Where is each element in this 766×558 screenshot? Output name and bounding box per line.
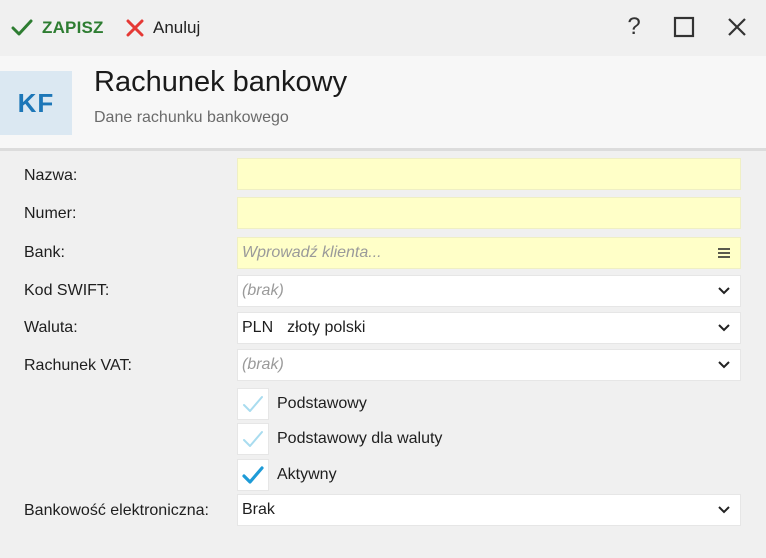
save-label: ZAPISZ [42, 18, 104, 37]
bank-input[interactable]: Wprowadź klienta... [237, 237, 741, 269]
maximize-button[interactable] [669, 12, 699, 42]
checkmark-icon [242, 466, 264, 484]
numer-input[interactable] [237, 197, 741, 229]
waluta-label: Waluta: [24, 319, 78, 336]
checkbox-box[interactable] [237, 423, 269, 455]
kod-swift-label: Kod SWIFT: [24, 282, 110, 299]
menu-icon[interactable] [717, 247, 731, 259]
chevron-down-icon [718, 287, 730, 295]
nazwa-label: Nazwa: [24, 167, 78, 184]
cancel-label: Anuluj [153, 18, 201, 37]
save-button[interactable]: ZAPISZ [11, 14, 104, 42]
checkbox-box[interactable] [237, 459, 269, 491]
bank-label: Bank: [24, 244, 65, 261]
module-logo: KF [0, 71, 72, 135]
bank-placeholder: Wprowadź klienta... [242, 244, 382, 261]
close-button[interactable] [722, 12, 752, 42]
waluta-name: złoty polski [287, 319, 366, 336]
podstawowy-label: Podstawowy [277, 395, 367, 412]
header-divider [0, 148, 766, 151]
rachunek-vat-label: Rachunek VAT: [24, 357, 132, 374]
checkmark-icon [11, 19, 33, 36]
waluta-code: PLN [242, 319, 274, 336]
podstawowy-checkbox[interactable]: Podstawowy [237, 387, 367, 421]
kod-swift-value: (brak) [242, 282, 284, 299]
form-header: KF Rachunek bankowy Dane rachunku bankow… [0, 56, 766, 148]
podstawowy-dla-waluty-label: Podstawowy dla waluty [277, 430, 443, 447]
checkmark-icon [243, 431, 263, 447]
close-red-icon [126, 19, 144, 37]
cancel-button[interactable]: Anuluj [126, 14, 200, 42]
aktywny-label: Aktywny [277, 466, 337, 483]
bankowosc-select[interactable]: Brak [237, 494, 741, 526]
aktywny-checkbox[interactable]: Aktywny [237, 458, 337, 492]
checkbox-box[interactable] [237, 388, 269, 420]
help-button[interactable]: ? [619, 12, 649, 42]
maximize-icon [673, 16, 695, 38]
kod-swift-select[interactable]: (brak) [237, 275, 741, 307]
rachunek-vat-value: (brak) [242, 356, 284, 373]
page-subtitle: Dane rachunku bankowego [94, 109, 289, 126]
page-title: Rachunek bankowy [94, 66, 348, 98]
chevron-down-icon [718, 361, 730, 369]
numer-label: Numer: [24, 205, 77, 222]
podstawowy-dla-waluty-checkbox[interactable]: Podstawowy dla waluty [237, 422, 442, 456]
chevron-down-icon [718, 506, 730, 514]
waluta-select[interactable]: PLN złoty polski [237, 312, 741, 344]
rachunek-vat-select[interactable]: (brak) [237, 349, 741, 381]
checkmark-icon [243, 396, 263, 412]
bankowosc-label: Bankowość elektroniczna: [24, 502, 209, 519]
toolbar: ZAPISZ Anuluj ? [0, 0, 766, 56]
help-icon: ? [627, 13, 641, 40]
bankowosc-value: Brak [242, 501, 275, 518]
nazwa-input[interactable] [237, 158, 741, 190]
chevron-down-icon [718, 324, 730, 332]
close-icon [728, 18, 746, 36]
